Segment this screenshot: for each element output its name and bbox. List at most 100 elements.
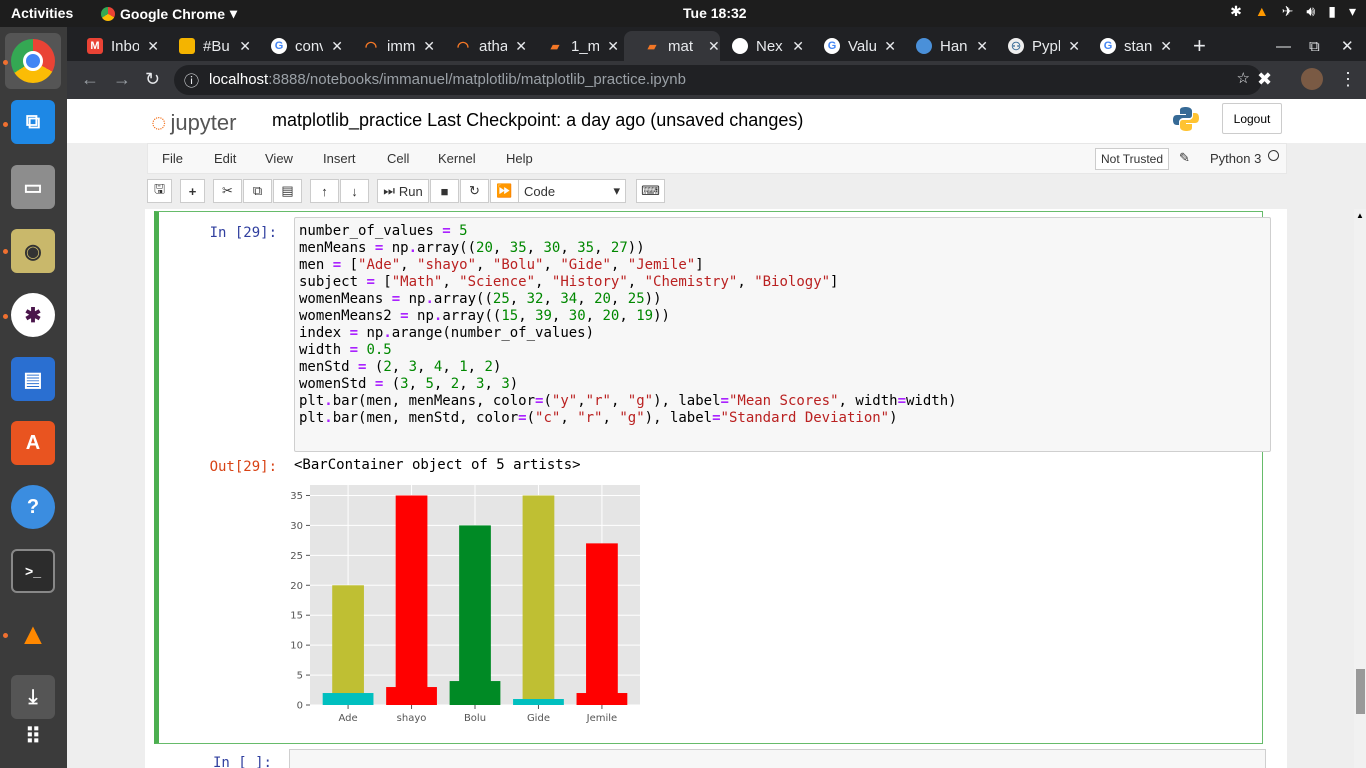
move-down-button[interactable]: ↓ (340, 179, 369, 203)
close-icon[interactable]: ✕ (1160, 38, 1172, 55)
browser-tab[interactable]: ◠ atha ✕ (435, 31, 527, 61)
maximize-button[interactable]: ⧉ (1295, 31, 1325, 61)
chrome-dock-icon[interactable] (5, 33, 61, 89)
browser-tab[interactable]: Nex ✕ (712, 31, 804, 61)
jupyter-logo[interactable]: ◌ jupyter (151, 107, 237, 138)
code-editor[interactable]: number_of_values = 5 menMeans = np.array… (294, 217, 1271, 452)
copy-button[interactable]: ⧉ (243, 179, 272, 203)
notebook-name[interactable]: matplotlib_practice (272, 110, 422, 130)
not-trusted-badge[interactable]: Not Trusted (1095, 148, 1170, 170)
show-applications-icon[interactable]: ⠿ (11, 715, 55, 759)
code-editor[interactable] (289, 749, 1266, 768)
menu-kernel[interactable]: Kernel (438, 151, 476, 166)
bar (586, 543, 618, 705)
paste-button[interactable]: ▤ (273, 179, 302, 203)
cell-type-select[interactable]: Code ▾ (518, 179, 626, 203)
scrollbar-thumb[interactable] (1356, 669, 1365, 714)
browser-tab[interactable]: ▰ 1_m ✕ (527, 31, 619, 61)
address-bar[interactable]: ⓘ localhost:8888/notebooks/immanuel/matp… (174, 65, 1262, 95)
terminal-dock-icon[interactable]: >_ (11, 549, 55, 593)
input-prompt: In [ ]: (212, 755, 272, 768)
menu-view[interactable]: View (265, 151, 293, 166)
minimize-button[interactable]: — (1262, 31, 1292, 61)
software-center-dock-icon[interactable]: A (11, 421, 55, 465)
system-tray[interactable]: ✱ ▲ ✈ 🔊︎ ▮ ▾ (1230, 3, 1356, 20)
close-icon[interactable]: ✕ (239, 38, 251, 55)
bar (332, 585, 364, 705)
close-icon[interactable]: ✕ (884, 38, 896, 55)
restart-button[interactable]: ↻ (460, 179, 489, 203)
info-icon[interactable]: ⓘ (184, 70, 199, 91)
browser-tab[interactable]: G Valu ✕ (804, 31, 896, 61)
avatar[interactable] (1301, 68, 1323, 90)
browser-tab[interactable]: Han ✕ (896, 31, 988, 61)
save-button[interactable]: 🖫︎ (147, 179, 172, 203)
close-icon[interactable]: ✕ (515, 38, 527, 55)
reload-icon[interactable]: ↻ (145, 69, 160, 90)
document-viewer-dock-icon[interactable]: ▤ (11, 357, 55, 401)
install-dock-icon[interactable]: ⤓ (11, 675, 55, 719)
menu-cell[interactable]: Cell (387, 151, 409, 166)
vlc-tray-icon[interactable]: ▲ (1255, 3, 1269, 20)
close-icon[interactable]: ✕ (1068, 38, 1080, 55)
cut-button[interactable]: ✂ (213, 179, 242, 203)
browser-tab[interactable]: M Inbo ✕ (67, 31, 159, 61)
add-cell-button[interactable]: + (180, 179, 205, 203)
close-icon[interactable]: ✕ (423, 38, 435, 55)
system-top-bar: Activities Google Chrome ▾ Tue 18:32 ✱ ▲… (0, 0, 1366, 27)
browser-tab-active[interactable]: ▰ mat ✕ (624, 31, 720, 61)
pencil-icon[interactable]: ✎ (1179, 150, 1190, 166)
files-dock-icon[interactable]: ▭ (11, 165, 55, 209)
scrollbar[interactable]: ▲ (1354, 209, 1366, 768)
running-indicator (3, 314, 8, 319)
scroll-up-icon[interactable]: ▲ (1356, 211, 1364, 220)
activities-button[interactable]: Activities (11, 5, 73, 21)
menu-insert[interactable]: Insert (323, 151, 356, 166)
slack-dock-icon[interactable]: ✱ (11, 293, 55, 337)
airplane-icon[interactable]: ✈ (1282, 3, 1294, 20)
menu-icon[interactable]: ⋮ (1339, 69, 1357, 90)
volume-icon[interactable]: 🔊︎ (1306, 3, 1315, 20)
help-dock-icon[interactable]: ? (11, 485, 55, 529)
menu-edit[interactable]: Edit (214, 151, 236, 166)
close-icon[interactable]: ✕ (331, 38, 343, 55)
extension-icon[interactable]: ✖ (1257, 69, 1272, 90)
code-cell-selected[interactable]: In [29]: number_of_values = 5 menMeans =… (154, 211, 1271, 744)
command-palette-button[interactable]: ⌨ (636, 179, 665, 203)
jupyter-icon: ◠ (456, 37, 470, 54)
jupyter-icon: ◠ (364, 37, 378, 54)
next-code-cell[interactable]: In [ ]: (154, 749, 1266, 768)
slack-tray-icon[interactable]: ✱ (1230, 3, 1242, 20)
browser-tab[interactable]: ◠ imm ✕ (343, 31, 435, 61)
close-window-button[interactable]: ✕ (1329, 31, 1359, 61)
restart-run-all-button[interactable]: ⏩ (490, 179, 519, 203)
battery-icon[interactable]: ▮ (1328, 3, 1336, 20)
clock[interactable]: Tue 18:32 (683, 5, 747, 21)
close-icon[interactable]: ✕ (792, 38, 804, 55)
logout-button[interactable]: Logout (1222, 103, 1282, 134)
interrupt-button[interactable]: ■ (430, 179, 459, 203)
chevron-down-icon[interactable]: ▾ (1349, 3, 1356, 20)
chrome-icon (101, 6, 115, 21)
y-tick-label: 0 (297, 701, 303, 712)
menu-help[interactable]: Help (506, 151, 533, 166)
close-icon[interactable]: ✕ (976, 38, 988, 55)
browser-tab[interactable]: Gconv ✕ (251, 31, 343, 61)
speaker-dock-icon[interactable]: ◉ (11, 229, 55, 273)
app-menu[interactable]: Google Chrome ▾ (101, 5, 237, 22)
browser-tab[interactable]: #Bu ✕ (159, 31, 251, 61)
tab-strip: M Inbo ✕ #Bu ✕ Gconv ✕ ◠ imm ✕ ◠ atha ✕ ▰ 1_m ✕ ▰ m… (67, 27, 1366, 61)
move-up-button[interactable]: ↑ (310, 179, 339, 203)
close-icon[interactable]: ✕ (607, 38, 619, 55)
vlc-dock-icon[interactable]: ▲ (11, 613, 55, 657)
menu-file[interactable]: File (162, 151, 183, 166)
forward-icon[interactable]: → (113, 69, 131, 90)
back-icon[interactable]: ← (81, 69, 99, 90)
close-icon[interactable]: ✕ (147, 38, 159, 55)
star-icon[interactable]: ☆ (1237, 69, 1250, 87)
vscode-dock-icon[interactable]: ⧉ (11, 100, 55, 144)
new-tab-button[interactable]: + (1177, 31, 1217, 61)
run-button[interactable]: ⏭ Run (377, 179, 429, 203)
browser-tab[interactable]: ⚇ Pypl ✕ (988, 31, 1080, 61)
browser-tab[interactable]: Gstan ✕ (1080, 31, 1172, 61)
